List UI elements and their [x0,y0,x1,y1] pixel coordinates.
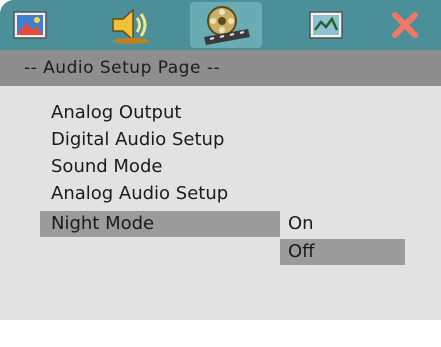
tab-picture[interactable] [0,2,66,48]
option-off[interactable]: Off [280,239,405,265]
page-title: -- Audio Setup Page -- [24,58,221,78]
menu-item-analog-audio-setup[interactable]: Analog Audio Setup [40,181,280,207]
speaker-icon [112,8,149,44]
close-x-icon [392,12,418,38]
menu-item-analog-output[interactable]: Analog Output [40,100,280,126]
tab-audio[interactable] [95,2,167,48]
picture-icon [13,11,47,39]
icon-tab-bar [0,0,441,50]
preferences-icon [309,11,343,39]
setup-panel: -- Audio Setup Page -- Analog Output Dig… [0,0,441,320]
menu-item-night-mode[interactable]: Night Mode [40,211,280,237]
tab-exit[interactable] [369,2,441,48]
menu-item-digital-audio-setup[interactable]: Digital Audio Setup [40,127,280,153]
film-reel-icon [204,6,250,45]
option-on[interactable]: On [280,211,405,237]
tab-video[interactable] [190,2,262,48]
tab-preferences[interactable] [290,2,362,48]
menu-item-sound-mode[interactable]: Sound Mode [40,154,280,180]
